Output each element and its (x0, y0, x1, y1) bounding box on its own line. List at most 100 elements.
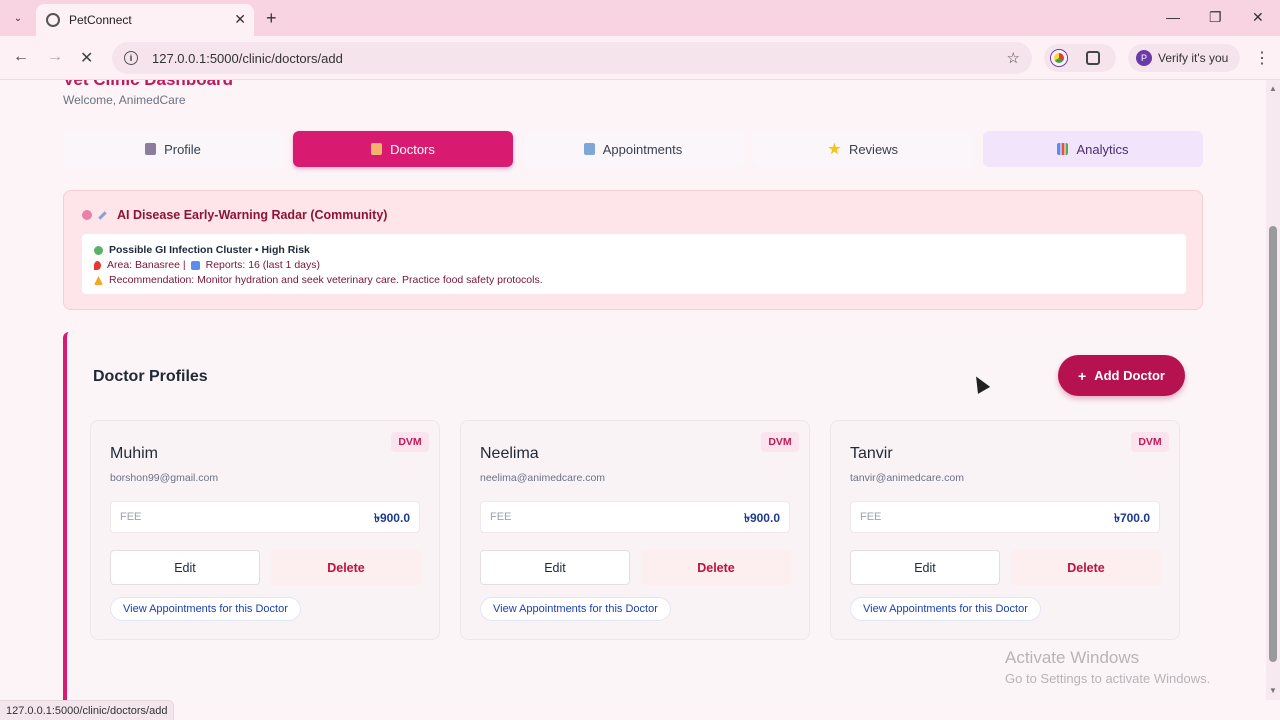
degree-badge: DVM (1131, 432, 1169, 452)
fee-value: ৳900.0 (373, 511, 410, 525)
profile-icon (145, 143, 157, 155)
puzzle-icon[interactable] (1086, 51, 1100, 65)
doctor-email: neelima@animedcare.com (480, 472, 606, 484)
disease-radar-panel: AI Disease Early-Warning Radar (Communit… (63, 190, 1203, 310)
dashboard-tabs: Profile Doctors Appointments Reviews Ana… (63, 131, 1203, 167)
doctor-email: borshon99@gmail.com (110, 472, 219, 484)
tab-favicon-icon (46, 13, 60, 27)
scroll-thumb[interactable] (1269, 226, 1277, 662)
degree-badge: DVM (761, 432, 799, 452)
section-title: Doctor Profiles (93, 368, 208, 385)
doctor-email: tanvir@animedcare.com (850, 472, 964, 484)
profile-label: Verify it's you (1158, 51, 1229, 65)
extension-icon[interactable] (1051, 50, 1067, 66)
alert-recommendation: Recommendation: Monitor hydration and se… (109, 274, 543, 286)
url-text[interactable]: 127.0.0.1:5000/clinic/doctors/add (152, 51, 343, 66)
tab-reviews[interactable]: Reviews (753, 131, 973, 167)
edit-button[interactable]: Edit (850, 550, 1000, 585)
alert-reports: Reports: 16 (last 1 days) (205, 259, 320, 271)
fee-label: FEE (490, 511, 512, 523)
doctor-name: Neelima (480, 445, 539, 462)
tab-analytics-label: Analytics (1076, 141, 1129, 157)
page-viewport: Vet Clinic Dashboard Welcome, AnimedCare… (0, 80, 1266, 700)
fee-value: ৳900.0 (743, 511, 780, 525)
fee-field: FEE ৳900.0 (110, 501, 420, 533)
radar-alert: Possible GI Infection Cluster • High Ris… (82, 234, 1186, 294)
tab-doctors[interactable]: Doctors (293, 131, 513, 167)
tab-doctors-label: Doctors (390, 141, 435, 157)
tab-title: PetConnect (69, 13, 132, 27)
view-appointments-link[interactable]: View Appointments for this Doctor (110, 597, 301, 621)
scroll-up-icon[interactable]: ▲ (1269, 84, 1277, 93)
doctor-profiles-section: Doctor Profiles + Add Doctor Muhim DVM b… (63, 332, 1203, 700)
alert-title: Possible GI Infection Cluster • High Ris… (109, 244, 310, 256)
delete-button[interactable]: Delete (1011, 550, 1161, 585)
new-tab-icon[interactable]: + (266, 8, 277, 29)
doctor-name: Muhim (110, 445, 159, 462)
site-info-icon[interactable]: i (124, 51, 138, 65)
tab-analytics[interactable]: Analytics (983, 131, 1203, 167)
minimize-icon[interactable]: — (1166, 9, 1180, 25)
stop-loading-icon[interactable]: ✕ (80, 48, 93, 68)
scroll-down-icon[interactable]: ▼ (1269, 686, 1277, 695)
alert-area: Area: Banasree | (107, 259, 186, 271)
delete-button[interactable]: Delete (641, 550, 791, 585)
address-bar[interactable]: i 127.0.0.1:5000/clinic/doctors/add ☆ (112, 42, 1032, 74)
fee-label: FEE (860, 511, 882, 523)
tab-close-icon[interactable]: ✕ (234, 11, 246, 28)
degree-badge: DVM (391, 432, 429, 452)
add-doctor-label: Add Doctor (1094, 368, 1165, 383)
doctor-card: Muhim DVM borshon99@gmail.com FEE ৳900.0… (90, 420, 440, 640)
menu-icon[interactable]: ⋮ (1254, 48, 1270, 68)
extensions-group (1044, 44, 1116, 72)
tab-profile-label: Profile (164, 141, 201, 157)
browser-tab[interactable]: PetConnect ✕ (36, 4, 254, 36)
delete-button[interactable]: Delete (271, 550, 421, 585)
edit-button[interactable]: Edit (480, 550, 630, 585)
brain-icon (82, 210, 92, 220)
avatar: P (1136, 50, 1152, 66)
browser-tab-bar: ⌄ PetConnect ✕ + — ❐ ✕ (0, 0, 1280, 36)
tab-search-icon[interactable]: ⌄ (8, 8, 28, 28)
bookmark-star-icon[interactable]: ☆ (1007, 49, 1020, 67)
page-title: Vet Clinic Dashboard (63, 80, 233, 90)
fee-label: FEE (120, 511, 142, 523)
warning-icon (94, 276, 103, 285)
welcome-text: Welcome, AnimedCare (63, 93, 186, 107)
doctor-icon (371, 143, 383, 155)
restore-icon[interactable]: ❐ (1209, 9, 1222, 26)
back-icon[interactable]: ← (13, 48, 29, 66)
browser-toolbar: ← → ✕ i 127.0.0.1:5000/clinic/doctors/ad… (0, 36, 1280, 80)
fee-value: ৳700.0 (1113, 511, 1150, 525)
view-appointments-link[interactable]: View Appointments for this Doctor (480, 597, 671, 621)
chart-icon (190, 261, 200, 270)
fee-field: FEE ৳900.0 (480, 501, 790, 533)
radar-title-text: AI Disease Early-Warning Radar (Communit… (117, 208, 388, 222)
activation-watermark-title: Activate Windows (1005, 648, 1140, 667)
status-bar-url: 127.0.0.1:5000/clinic/doctors/add (0, 700, 175, 720)
window-close-icon[interactable]: ✕ (1252, 9, 1264, 26)
profile-button[interactable]: P Verify it's you (1128, 44, 1240, 72)
doctor-name: Tanvir (850, 445, 893, 462)
microbe-icon (94, 246, 103, 255)
pin-icon (94, 261, 101, 270)
tab-profile[interactable]: Profile (63, 131, 283, 167)
doctor-card: Tanvir DVM tanvir@animedcare.com FEE ৳70… (830, 420, 1180, 640)
fee-field: FEE ৳700.0 (850, 501, 1160, 533)
doctor-card: Neelima DVM neelima@animedcare.com FEE ৳… (460, 420, 810, 640)
tab-appointments-label: Appointments (602, 141, 683, 157)
add-doctor-button[interactable]: + Add Doctor (1058, 355, 1185, 396)
tab-reviews-label: Reviews (848, 141, 899, 157)
forward-icon[interactable]: → (47, 48, 63, 66)
edit-button[interactable]: Edit (110, 550, 260, 585)
view-appointments-link[interactable]: View Appointments for this Doctor (850, 597, 1041, 621)
chart-icon (1057, 143, 1069, 155)
page-scrollbar[interactable]: ▲ ▼ (1266, 80, 1280, 700)
calendar-icon (583, 143, 595, 155)
radar-title: AI Disease Early-Warning Radar (Communit… (82, 208, 387, 222)
syringe-icon (98, 210, 107, 220)
activation-watermark-subtitle: Go to Settings to activate Windows. (1005, 671, 1211, 686)
star-icon (828, 142, 841, 155)
plus-icon: + (1078, 367, 1087, 384)
tab-appointments[interactable]: Appointments (523, 131, 743, 167)
